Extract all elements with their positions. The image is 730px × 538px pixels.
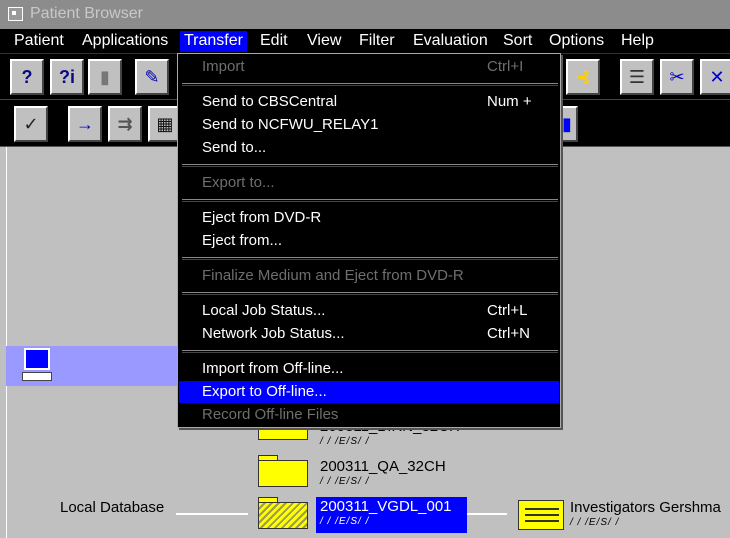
menu-sort[interactable]: Sort <box>499 31 536 52</box>
menu-view[interactable]: View <box>303 31 345 52</box>
browse-button[interactable]: ☰ <box>620 59 654 95</box>
menu-separator <box>182 164 558 167</box>
study-icon[interactable] <box>518 500 564 530</box>
menu-item-network-job-status[interactable]: Network Job Status... Ctrl+N <box>179 323 559 345</box>
tree-connector <box>467 513 507 515</box>
tree-node-sub: / / /E/S/ / <box>320 516 370 527</box>
menu-item-label: Network Job Status... <box>202 325 345 342</box>
menu-item-eject-from[interactable]: Eject from... <box>179 230 559 252</box>
pencil-icon: ✎ <box>144 66 160 87</box>
menu-item-label: Send to CBSCentral <box>202 93 338 110</box>
investigator-sub: / / /E/S/ / <box>570 517 620 528</box>
check-button[interactable]: ✓ <box>14 106 48 142</box>
menu-item-finalize[interactable]: Finalize Medium and Eject from DVD-R <box>179 265 559 287</box>
menu-item-label: Export to Off-line... <box>202 383 327 400</box>
menu-separator <box>182 83 558 86</box>
window-title: Patient Browser <box>30 5 143 22</box>
menu-item-label: Eject from... <box>202 232 283 249</box>
panel-border <box>6 147 7 538</box>
doc-line <box>525 514 559 516</box>
menu-item-label: Export to... <box>202 174 275 191</box>
menu-transfer[interactable]: Transfer <box>180 31 247 52</box>
arrow-right-icon: → <box>76 113 94 134</box>
query-patient-button[interactable]: ? <box>10 59 44 95</box>
menu-item-import[interactable]: Import Ctrl+I <box>179 56 559 78</box>
question-info-icon: ?i <box>59 66 75 87</box>
menu-separator <box>182 292 558 295</box>
title-bar: Patient Browser <box>0 0 730 29</box>
tree-connector <box>176 513 248 515</box>
open-folder-icon[interactable] <box>258 497 308 529</box>
checkmark-icon: ✓ <box>23 113 39 134</box>
menu-separator <box>182 257 558 260</box>
menu-item-eject-dvd[interactable]: Eject from DVD-R <box>179 207 559 229</box>
tree-icon: ⊰ <box>575 66 591 87</box>
question-icon: ? <box>21 66 33 87</box>
shortcut-label: Num + <box>487 93 532 110</box>
menu-item-send-cbscentral[interactable]: Send to CBSCentral Num + <box>179 91 559 113</box>
menu-item-label: Local Job Status... <box>202 302 326 319</box>
tree-node-sub: / / /E/S/ / <box>320 476 370 487</box>
send-button[interactable]: ⇉ <box>108 106 142 142</box>
shortcut-label: Ctrl+N <box>487 325 530 342</box>
menu-item-label: Import <box>202 58 245 75</box>
delete-button[interactable]: ▮ <box>88 59 122 95</box>
tree-node-label-selected[interactable]: 200311_VGDL_001 <box>320 498 452 515</box>
computer-icon[interactable] <box>22 348 52 382</box>
grid-icon: ▦ <box>156 113 174 134</box>
doc-line <box>525 520 559 522</box>
menu-item-send-relay[interactable]: Send to NCFWU_RELAY1 <box>179 114 559 136</box>
folder-body <box>258 502 308 529</box>
menu-item-label: Send to... <box>202 139 267 156</box>
transfer-button[interactable]: → <box>68 106 102 142</box>
tree-node-label[interactable]: 200311_QA_32CH <box>320 458 446 475</box>
menu-applications[interactable]: Applications <box>78 31 172 52</box>
transfer-menu: Import Ctrl+I Send to CBSCentral Num + S… <box>177 53 561 428</box>
menu-item-label: Send to NCFWU_RELAY1 <box>202 116 379 133</box>
query-info-button[interactable]: ?i <box>50 59 84 95</box>
menu-item-export-to[interactable]: Export to... <box>179 172 559 194</box>
menu-item-export-offline[interactable]: Export to Off-line... <box>179 381 559 403</box>
doc-line <box>525 508 559 510</box>
menu-edit[interactable]: Edit <box>256 31 292 52</box>
menu-patient[interactable]: Patient <box>10 31 68 52</box>
monitor-base <box>22 372 52 381</box>
cut-button[interactable]: ✂ <box>660 59 694 95</box>
menu-item-label: Record Off-line Files <box>202 406 339 423</box>
menu-evaluation[interactable]: Evaluation <box>409 31 492 52</box>
menu-separator <box>182 199 558 202</box>
menu-options[interactable]: Options <box>545 31 608 52</box>
tree-view-button[interactable]: ⊰ <box>566 59 600 95</box>
window-menu-icon[interactable] <box>8 7 23 21</box>
list-icon: ☰ <box>628 66 646 87</box>
shortcut-label: Ctrl+L <box>487 302 528 319</box>
scissors-icon: ✂ <box>669 66 685 87</box>
menu-item-label: Import from Off-line... <box>202 360 344 377</box>
trash-icon: ▮ <box>100 66 110 87</box>
menu-item-import-offline[interactable]: Import from Off-line... <box>179 358 559 380</box>
forward-icon: ⇉ <box>117 113 133 134</box>
monitor-screen <box>24 348 50 370</box>
menu-item-send-to[interactable]: Send to... <box>179 137 559 159</box>
folder-body <box>258 460 308 487</box>
menu-item-label: Finalize Medium and Eject from DVD-R <box>202 267 464 284</box>
local-database-label[interactable]: Local Database <box>60 499 164 516</box>
tree-node-sub: / / /E/S/ / <box>320 436 370 447</box>
menu-bar: Patient Applications Transfer Edit View … <box>0 29 730 53</box>
investigator-label[interactable]: Investigators Gershma <box>570 499 721 516</box>
edit-button[interactable]: ✎ <box>135 59 169 95</box>
menu-item-local-job-status[interactable]: Local Job Status... Ctrl+L <box>179 300 559 322</box>
folder-icon[interactable] <box>258 455 308 487</box>
menu-help[interactable]: Help <box>617 31 658 52</box>
eraser-button[interactable]: ✕ <box>700 59 730 95</box>
shortcut-label: Ctrl+I <box>487 58 524 75</box>
eraser-icon: ✕ <box>709 66 725 87</box>
menu-item-record-offline[interactable]: Record Off-line Files <box>179 404 559 426</box>
menu-filter[interactable]: Filter <box>355 31 399 52</box>
menu-separator <box>182 350 558 353</box>
menu-item-label: Eject from DVD-R <box>202 209 322 226</box>
